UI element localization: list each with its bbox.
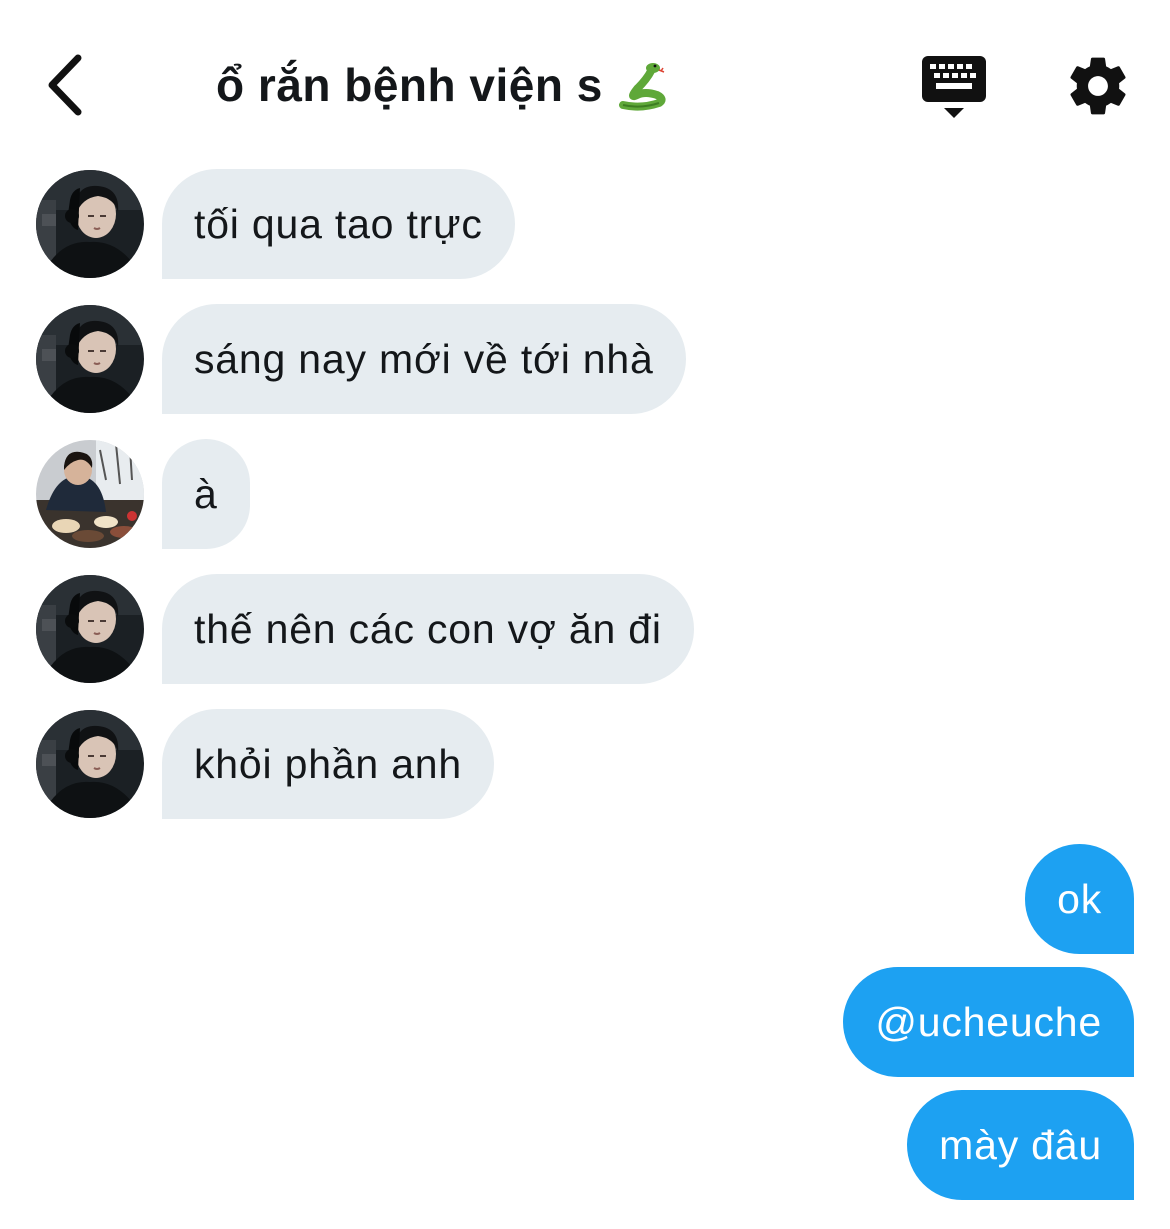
message-bubble-incoming[interactable]: thế nên các con vợ ăn đi: [162, 574, 694, 684]
gear-icon: [1070, 57, 1126, 115]
settings-button[interactable]: [1064, 52, 1132, 120]
message-bubble-incoming[interactable]: à: [162, 439, 250, 549]
message-row-incoming: tối qua tao trực: [36, 169, 515, 279]
avatar[interactable]: [36, 305, 144, 413]
chevron-left-icon: [48, 54, 82, 116]
message-row-incoming: khỏi phần anh: [36, 709, 495, 819]
chat-header: ổ rắn bệnh viện s: [0, 0, 1170, 150]
avatar[interactable]: [36, 170, 144, 278]
avatar[interactable]: [36, 575, 144, 683]
avatar[interactable]: [36, 440, 144, 548]
message-bubble-incoming[interactable]: sáng nay mới về tới nhà: [162, 304, 686, 414]
message-row-incoming: sáng nay mới về tới nhà: [36, 304, 686, 414]
message-bubble-incoming[interactable]: khỏi phần anh: [162, 709, 495, 819]
keyboard-button[interactable]: [918, 52, 990, 124]
message-row-incoming: thế nên các con vợ ăn đi: [36, 574, 694, 684]
back-button[interactable]: [30, 45, 100, 125]
message-bubble-outgoing[interactable]: mày đâu: [907, 1090, 1134, 1200]
message-bubble-incoming[interactable]: tối qua tao trực: [162, 169, 515, 279]
message-bubble-outgoing[interactable]: @ucheuche: [843, 967, 1134, 1077]
message-row-incoming: à: [36, 439, 250, 549]
avatar[interactable]: [36, 710, 144, 818]
conversation-title[interactable]: ổ rắn bệnh viện s: [216, 58, 667, 112]
message-bubble-outgoing[interactable]: ok: [1025, 844, 1134, 954]
conversation-title-text: ổ rắn bệnh viện s: [216, 59, 603, 111]
keyboard-icon: [922, 56, 986, 118]
snake-emoji: [615, 59, 667, 111]
